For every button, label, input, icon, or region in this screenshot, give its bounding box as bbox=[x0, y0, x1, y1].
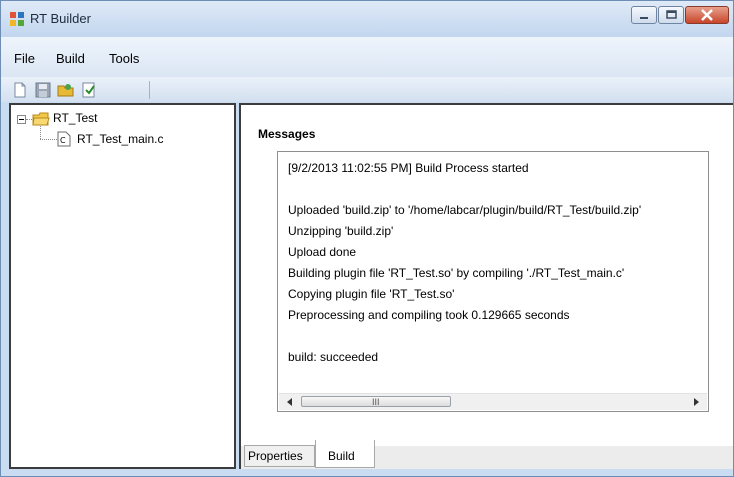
app-icon bbox=[10, 12, 24, 26]
tree-connector bbox=[40, 139, 57, 140]
build-panel: Messages [9/2/2013 11:02:55 PM] Build Pr… bbox=[239, 103, 733, 469]
scroll-right-icon[interactable] bbox=[689, 396, 703, 408]
menu-build[interactable]: Build bbox=[56, 51, 85, 66]
tab-properties[interactable]: Properties bbox=[244, 445, 315, 467]
close-button[interactable] bbox=[685, 6, 729, 24]
log-line: Uploaded 'build.zip' to '/home/labcar/pl… bbox=[288, 203, 642, 217]
tree-item-rt-test-main[interactable]: RT_Test_main.c bbox=[77, 132, 163, 146]
c-file-icon: C bbox=[57, 131, 71, 147]
build-icon[interactable] bbox=[80, 81, 98, 99]
new-file-icon[interactable] bbox=[11, 81, 29, 99]
app-window: RT Builder File Build Tools RT_Test C RT… bbox=[0, 0, 734, 477]
save-icon[interactable] bbox=[34, 81, 52, 99]
horizontal-scrollbar[interactable]: III bbox=[279, 393, 707, 410]
caption-buttons bbox=[630, 6, 729, 26]
svg-text:C: C bbox=[60, 136, 66, 145]
maximize-icon bbox=[666, 10, 677, 19]
toolbar bbox=[1, 77, 733, 102]
log-line: Copying plugin file 'RT_Test.so' bbox=[288, 287, 455, 301]
menu-tools[interactable]: Tools bbox=[109, 51, 139, 66]
menu-file[interactable]: File bbox=[14, 51, 35, 66]
menu-bar: File Build Tools bbox=[1, 37, 733, 77]
close-icon bbox=[701, 9, 713, 21]
scroll-grip: III bbox=[372, 397, 380, 407]
minimize-button[interactable] bbox=[631, 6, 657, 24]
tree-item-rt-test[interactable]: RT_Test bbox=[53, 111, 97, 125]
tree-collapse-toggle[interactable] bbox=[17, 115, 26, 124]
log-line: Upload done bbox=[288, 245, 357, 259]
tree-connector bbox=[40, 126, 41, 139]
messages-log[interactable]: [9/2/2013 11:02:55 PM] Build Process sta… bbox=[277, 151, 709, 412]
open-project-icon[interactable] bbox=[57, 81, 75, 99]
minimize-icon bbox=[640, 17, 648, 19]
log-line: [9/2/2013 11:02:55 PM] Build Process sta… bbox=[288, 161, 529, 175]
log-line: Building plugin file 'RT_Test.so' by com… bbox=[288, 266, 625, 280]
log-line: Preprocessing and compiling took 0.12966… bbox=[288, 308, 570, 322]
toolbar-separator bbox=[149, 81, 150, 99]
project-tree[interactable]: RT_Test C RT_Test_main.c bbox=[9, 103, 236, 469]
log-line: build: succeeded bbox=[288, 350, 379, 364]
maximize-button[interactable] bbox=[658, 6, 684, 24]
tab-build[interactable]: Build bbox=[315, 440, 375, 468]
title-bar[interactable]: RT Builder bbox=[1, 1, 733, 37]
tab-build-label: Build bbox=[328, 449, 355, 463]
log-line: Unzipping 'build.zip' bbox=[288, 224, 394, 238]
window-title: RT Builder bbox=[30, 11, 91, 26]
folder-icon bbox=[32, 112, 50, 126]
scroll-thumb[interactable]: III bbox=[301, 396, 451, 407]
messages-heading: Messages bbox=[258, 127, 316, 141]
tab-properties-label: Properties bbox=[248, 449, 303, 463]
scroll-left-icon[interactable] bbox=[283, 396, 297, 408]
